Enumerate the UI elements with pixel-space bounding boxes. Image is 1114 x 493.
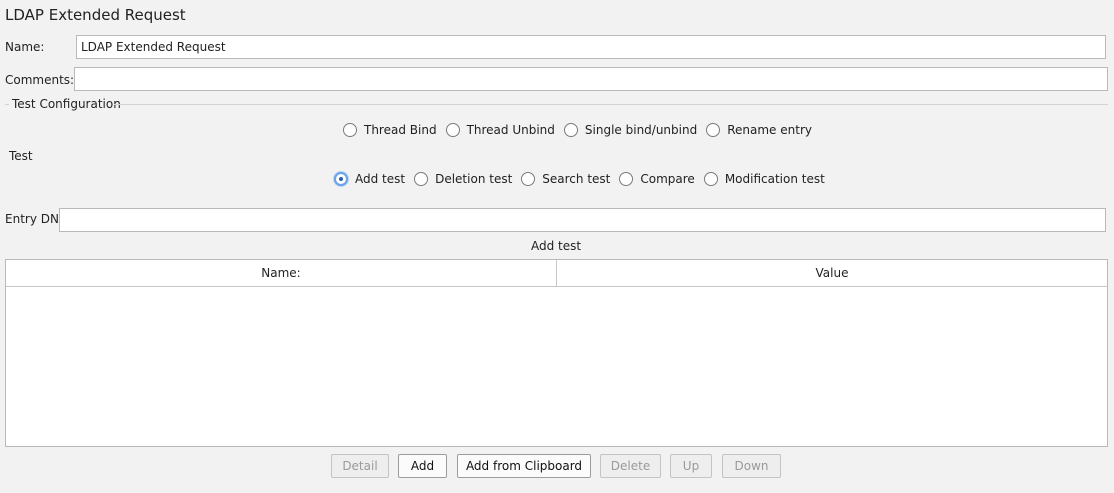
modification-test-radio[interactable]: Modification test [703, 172, 825, 186]
down-button[interactable]: Down [722, 454, 781, 478]
entry-dn-label: Entry DN [5, 212, 59, 226]
group-border-left [5, 104, 9, 105]
delete-button[interactable]: Delete [600, 454, 661, 478]
radio-unselected-icon [343, 123, 357, 137]
group-border-right [114, 104, 1108, 105]
bind-options-row: Thread Bind Thread Unbind Single bind/un… [343, 123, 821, 137]
page-title: LDAP Extended Request [5, 6, 186, 24]
detail-button[interactable]: Detail [331, 454, 389, 478]
radio-unselected-icon [706, 123, 721, 137]
search-test-radio[interactable]: Search test [521, 172, 610, 186]
name-field[interactable] [76, 35, 1106, 59]
add-button[interactable]: Add [398, 454, 447, 478]
up-button[interactable]: Up [670, 454, 712, 478]
compare-radio[interactable]: Compare [619, 172, 695, 186]
arguments-table[interactable]: Name: Value [5, 259, 1108, 447]
column-header-value[interactable]: Value [556, 260, 1107, 286]
entry-dn-field[interactable] [59, 208, 1106, 232]
radio-unselected-icon [521, 172, 536, 186]
button-bar: Detail Add Add from Clipboard Delete Up … [0, 454, 1114, 478]
add-from-clipboard-button[interactable]: Add from Clipboard [457, 454, 591, 478]
single-bind-unbind-radio[interactable]: Single bind/unbind [563, 123, 697, 137]
add-test-radio[interactable]: Add test [334, 172, 405, 186]
thread-bind-radio[interactable]: Thread Bind [343, 123, 437, 137]
radio-selected-icon [334, 172, 348, 186]
name-label: Name: [5, 40, 45, 54]
comments-label: Comments: [5, 73, 75, 87]
comments-field[interactable] [74, 67, 1108, 91]
test-configuration-title: Test Configuration [12, 97, 121, 111]
test-label: Test [9, 149, 33, 163]
radio-unselected-icon [414, 172, 429, 186]
thread-unbind-radio[interactable]: Thread Unbind [445, 123, 555, 137]
table-header: Name: Value [6, 260, 1107, 287]
rename-entry-radio[interactable]: Rename entry [706, 123, 812, 137]
test-options-row: Add test Deletion test Search test Compa… [334, 172, 834, 186]
radio-unselected-icon [563, 123, 578, 137]
table-section-title: Add test [530, 239, 582, 253]
radio-unselected-icon [619, 172, 634, 186]
column-header-name[interactable]: Name: [6, 260, 556, 286]
deletion-test-radio[interactable]: Deletion test [414, 172, 512, 186]
radio-unselected-icon [703, 172, 718, 186]
radio-unselected-icon [445, 123, 460, 137]
